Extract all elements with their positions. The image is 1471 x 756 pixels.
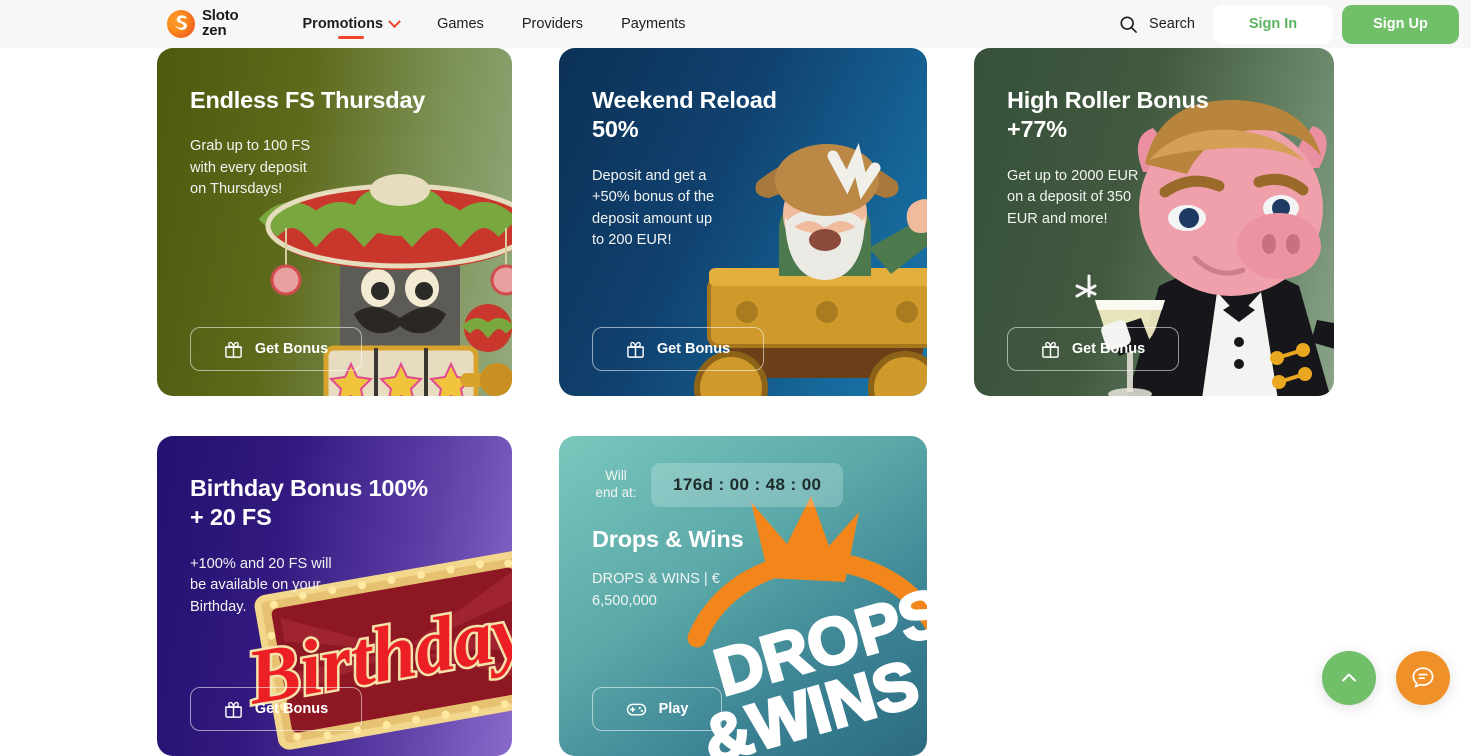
search-button[interactable]: Search: [1101, 0, 1213, 48]
chevron-down-icon: [388, 14, 401, 28]
gift-icon: [224, 701, 242, 718]
chat-bubble-icon: [1412, 667, 1434, 688]
promo-description: +100% and 20 FS will be available on you…: [190, 555, 332, 615]
cta-label: Get Bonus: [656, 341, 731, 357]
promo-card-birthday-bonus[interactable]: Birthday! Birthday Bonus 100% + 20 FS +1…: [157, 436, 512, 756]
nav-active-underline: [337, 36, 364, 39]
promo-title: Drops & Wins: [592, 526, 744, 552]
svg-text:&WINS: &WINS: [694, 646, 926, 756]
gift-icon: [626, 341, 644, 358]
gift-icon: [224, 341, 242, 358]
gamepad-icon: [626, 703, 646, 716]
cta-label: Get Bonus: [254, 341, 329, 357]
search-label: Search: [1149, 16, 1195, 32]
promotions-grid: Endless FS Thursday Grab up to 100 FS wi…: [157, 48, 1337, 756]
site-header: Sloto zen Promotions Games Providers Pay…: [0, 0, 1471, 48]
header-actions: Search Sign In Sign Up: [1101, 0, 1459, 48]
cta-label: Get Bonus: [1071, 341, 1146, 357]
nav-label-games: Games: [437, 16, 484, 32]
get-bonus-button-high-roller[interactable]: Get Bonus: [1007, 327, 1179, 371]
nav-label-providers: Providers: [521, 16, 584, 32]
promo-description: Get up to 2000 EUR on a deposit of 350 E…: [1007, 167, 1139, 227]
nav-item-payments[interactable]: Payments: [602, 0, 704, 48]
get-bonus-button-endless-fs[interactable]: Get Bonus: [190, 327, 362, 371]
promo-title: Birthday Bonus 100% + 20 FS: [190, 475, 428, 531]
promo-card-high-roller[interactable]: High Roller Bonus +77% Get up to 2000 EU…: [974, 48, 1334, 396]
timer-label: Will end at:: [595, 468, 637, 500]
sign-in-button[interactable]: Sign In: [1213, 4, 1333, 44]
sign-up-button[interactable]: Sign Up: [1342, 4, 1459, 44]
promo-card-endless-fs-thursday[interactable]: Endless FS Thursday Grab up to 100 FS wi…: [157, 48, 512, 396]
play-button-drops-and-wins[interactable]: Play: [592, 687, 722, 731]
promo-title: High Roller Bonus +77%: [1007, 87, 1209, 143]
get-bonus-button-weekend-reload[interactable]: Get Bonus: [592, 327, 764, 371]
nav-item-promotions[interactable]: Promotions: [284, 0, 419, 48]
chevron-up-icon: [1342, 673, 1356, 682]
scroll-to-top-button[interactable]: [1322, 651, 1376, 705]
promo-description: Grab up to 100 FS with every deposit on …: [190, 138, 311, 198]
promo-timer: Will end at: 176d : 00 : 48 : 00: [592, 463, 927, 507]
promo-title: Weekend Reload 50%: [592, 87, 777, 143]
logo-text-line2: zen: [202, 22, 227, 39]
cta-label: Get Bonus: [254, 701, 329, 717]
timer-value: 176d : 00 : 48 : 00: [651, 463, 844, 507]
nav-item-providers[interactable]: Providers: [503, 0, 602, 48]
gift-icon: [1041, 341, 1059, 358]
logo[interactable]: Sloto zen: [167, 8, 239, 39]
live-chat-button[interactable]: [1396, 651, 1450, 705]
promo-card-weekend-reload[interactable]: Weekend Reload 50% Deposit and get a +50…: [559, 48, 927, 396]
nav-label-payments: Payments: [621, 16, 686, 32]
promo-description: DROPS & WINS | € 6,500,000: [592, 571, 720, 609]
promo-description: Deposit and get a +50% bonus of the depo…: [592, 167, 715, 249]
cta-label: Play: [658, 701, 689, 717]
promo-card-drops-and-wins[interactable]: DROPS &WINS Will end at: 176d : 00 : 48 …: [559, 436, 927, 756]
sloto-zen-logo-icon: [167, 10, 195, 38]
nav-item-games[interactable]: Games: [418, 0, 503, 48]
search-icon: [1120, 15, 1137, 33]
nav-label-promotions: Promotions: [302, 16, 384, 32]
get-bonus-button-birthday[interactable]: Get Bonus: [190, 687, 362, 731]
main-navigation: Promotions Games Providers Payments: [284, 0, 705, 48]
promo-title: Endless FS Thursday: [190, 87, 426, 113]
